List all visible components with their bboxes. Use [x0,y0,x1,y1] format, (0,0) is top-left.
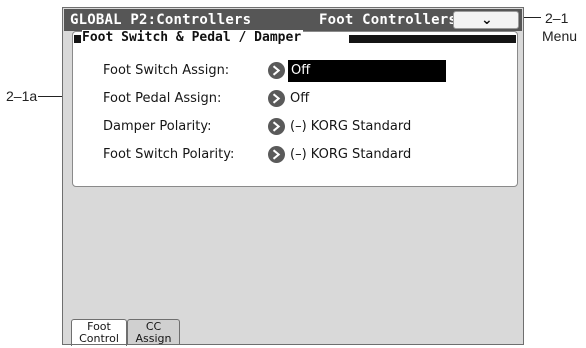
row-foot-switch-polarity: Foot Switch Polarity: (–) KORG Standard [73,144,517,166]
section-header: Foot Switch & Pedal / Damper [74,30,516,46]
section-panel: Foot Switch & Pedal / Damper Foot Switch… [72,30,518,187]
left-callout-label: 2–1a [6,88,38,104]
title-bar: GLOBAL P2:Controllers Foot Controllers ⌄ [64,9,522,31]
header-lead-block [74,35,81,43]
tab-label: Foot Control [72,321,126,345]
row-value[interactable]: Off [288,60,446,82]
row-label: Foot Switch Assign: [103,63,230,78]
chevron-right-circle-icon[interactable] [268,90,285,107]
row-label: Foot Switch Polarity: [103,147,235,162]
tab-foot-control[interactable]: Foot Control [71,319,127,346]
chevron-right-circle-icon[interactable] [268,118,285,135]
chevron-right-circle-icon[interactable] [268,62,285,79]
row-value[interactable]: (–) KORG Standard [290,118,411,136]
row-value[interactable]: (–) KORG Standard [290,146,411,164]
section-title: Foot Switch & Pedal / Damper [82,30,304,46]
screen: GLOBAL P2:Controllers Foot Controllers ⌄… [62,7,524,346]
page-menu-button[interactable]: ⌄ [453,11,519,29]
tab-strip-base [64,344,522,345]
row-foot-switch-assign: Foot Switch Assign: Off [73,60,517,82]
row-damper-polarity: Damper Polarity: (–) KORG Standard [73,116,517,138]
menu-callout-word: Menu [542,28,578,44]
chevron-down-icon: ⌄ [481,12,493,28]
page-subtitle: Foot Controllers [319,12,458,28]
page-title: GLOBAL P2:Controllers [70,12,252,28]
header-fill-bar [349,35,516,43]
chevron-right-circle-icon[interactable] [268,146,285,163]
row-foot-pedal-assign: Foot Pedal Assign: Off [73,88,517,110]
row-value[interactable]: Off [290,90,309,108]
menu-callout-number: 2–1 [545,10,569,26]
tab-label: CC Assign [128,321,179,345]
tab-cc-assign[interactable]: CC Assign [127,319,180,345]
left-callout-line [38,96,64,97]
row-label: Damper Polarity: [103,119,212,134]
row-label: Foot Pedal Assign: [103,91,222,106]
